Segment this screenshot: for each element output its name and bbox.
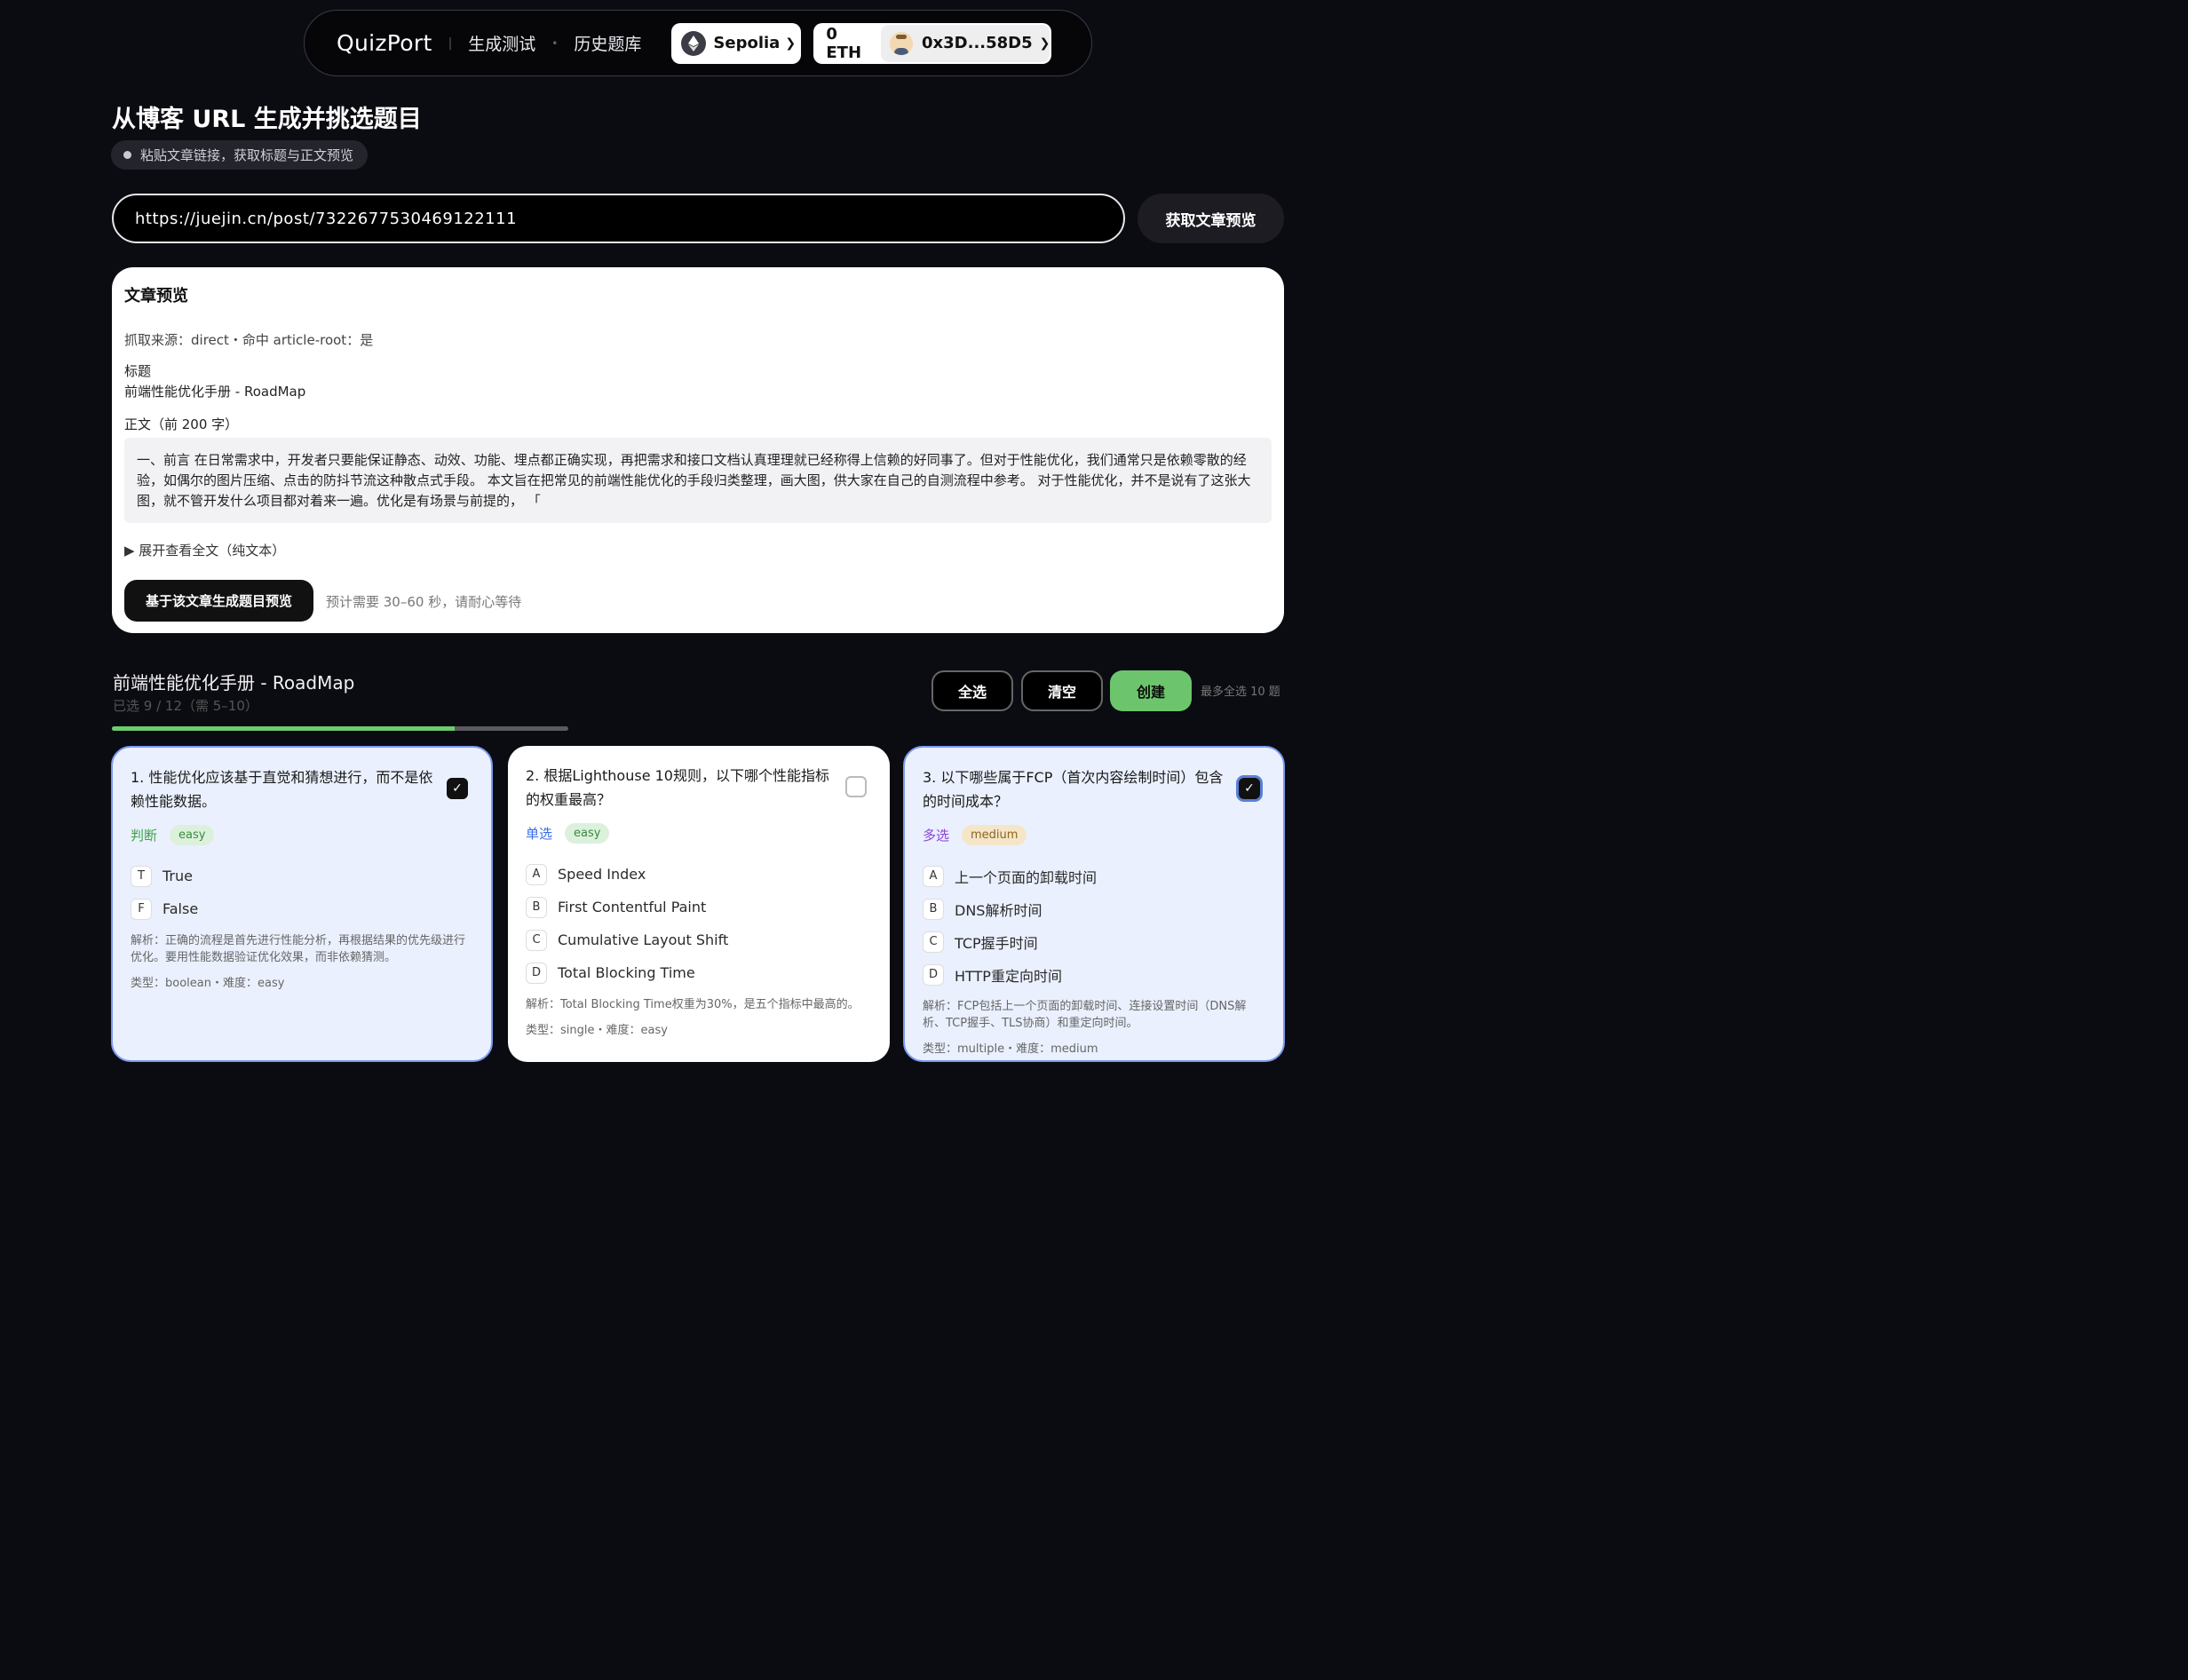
check-icon: ✓	[1244, 781, 1255, 796]
option-item: A 上一个页面的卸载时间	[923, 860, 1265, 892]
option-key: B	[923, 898, 944, 920]
question-meta: 类型：boolean・难度：easy	[131, 977, 285, 990]
selected-count: 已选 9 / 12（需 5–10）	[113, 698, 258, 714]
question-meta: 类型：multiple・难度：medium	[923, 1042, 1098, 1056]
option-item: C Cumulative Layout Shift	[526, 923, 872, 956]
option-item: B First Contentful Paint	[526, 891, 872, 923]
article-preview-card: 文章预览 抓取来源：direct・命中 article-root：是 标题 前端…	[112, 267, 1284, 633]
hint-badge: 粘贴文章链接，获取标题与正文预览	[111, 140, 369, 170]
option-item: T True	[131, 860, 473, 892]
select-checkbox[interactable]: ✓	[1239, 778, 1260, 799]
nav-link-history[interactable]: 历史题库	[574, 31, 641, 55]
option-key: D	[923, 963, 944, 986]
option-text: Cumulative Layout Shift	[558, 931, 729, 948]
network-name: Sepolia	[713, 34, 781, 52]
option-item: D HTTP重定向时间	[923, 958, 1265, 991]
option-item: B DNS解析时间	[923, 892, 1265, 925]
explanation-text: 解析：正确的流程是首先进行性能分析，再根据结果的优先级进行优化。要用性能数据验证…	[131, 934, 466, 964]
progress-fill	[112, 726, 455, 731]
question-text: 2. 根据Lighthouse 10规则，以下哪个性能指标的权重最高？	[526, 767, 829, 808]
option-item: A Speed Index	[526, 858, 872, 891]
question-meta: 类型：single・难度：easy	[526, 1024, 668, 1037]
selection-progress-bar	[112, 726, 568, 731]
generate-hint: 预计需要 30–60 秒，请耐心等待	[326, 594, 522, 610]
question-type-tag: 多选	[923, 828, 950, 844]
difficulty-badge: easy	[170, 825, 215, 845]
question-type-tag: 判断	[131, 828, 158, 844]
clear-button[interactable]: 清空	[1021, 670, 1103, 711]
option-item: C TCP握手时间	[923, 925, 1265, 958]
brand-logo[interactable]: QuizPort	[337, 30, 432, 56]
title-label: 标题	[124, 363, 152, 379]
explanation-text: 解析：Total Blocking Time权重为30%，是五个指标中最高的。	[526, 998, 860, 1011]
article-title: 前端性能优化手册 - RoadMap	[124, 384, 306, 400]
chevron-down-icon: ❯	[1039, 36, 1050, 51]
chevron-down-icon: ❯	[785, 36, 797, 51]
difficulty-badge: medium	[962, 825, 1027, 845]
create-button[interactable]: 创建	[1110, 670, 1192, 711]
hint-text: 粘贴文章链接，获取标题与正文预览	[140, 147, 354, 163]
question-card[interactable]: 3. 以下哪些属于FCP（首次内容绘制时间）包含的时间成本？ ✓ 多选 medi…	[903, 746, 1285, 1062]
explanation-text: 解析：FCP包括上一个页面的卸载时间、连接设置时间（DNS解析、TCP握手、TL…	[923, 1000, 1247, 1030]
body-excerpt: 一、前言 在日常需求中，开发者只要能保证静态、动效、功能、埋点都正确实现，再把需…	[124, 438, 1272, 523]
options-list: T True F False	[131, 860, 473, 925]
select-checkbox[interactable]	[845, 776, 867, 797]
option-key: B	[526, 896, 547, 918]
select-all-button[interactable]: 全选	[931, 670, 1013, 711]
page-title: 从博客 URL 生成并挑选题目	[112, 106, 422, 133]
select-checkbox[interactable]: ✓	[447, 778, 468, 799]
question-card[interactable]: 2. 根据Lighthouse 10规则，以下哪个性能指标的权重最高？ 单选 e…	[508, 746, 890, 1062]
expand-fulltext-toggle[interactable]: ▶ 展开查看全文（纯文本）	[124, 541, 285, 559]
option-text: Total Blocking Time	[558, 964, 695, 981]
body-label: 正文（前 200 字）	[124, 416, 239, 432]
question-set-title: 前端性能优化手册 - RoadMap	[113, 672, 355, 693]
preview-heading: 文章预览	[124, 287, 188, 305]
generate-questions-button[interactable]: 基于该文章生成题目预览	[124, 580, 313, 622]
option-text: DNS解析时间	[955, 901, 1042, 919]
option-key: D	[526, 962, 547, 984]
url-input[interactable]	[112, 194, 1125, 243]
question-text: 1. 性能优化应该基于直觉和猜想进行，而不是依赖性能数据。	[131, 769, 433, 810]
option-key: A	[923, 865, 944, 887]
options-list: A Speed Index B First Contentful Paint C…	[526, 858, 872, 989]
option-text: 上一个页面的卸载时间	[955, 868, 1098, 886]
avatar	[890, 31, 914, 55]
question-type-tag: 单选	[526, 826, 553, 842]
network-selector-button[interactable]: Sepolia ❯	[671, 22, 802, 64]
account-button[interactable]: 0 ETH 0x3D...58D5 ❯	[813, 22, 1052, 64]
option-text: True	[163, 868, 193, 884]
option-item: F False	[131, 892, 473, 925]
max-select-hint: 最多全选 10 题	[1201, 685, 1280, 699]
fetch-source: 抓取来源：direct・命中 article-root：是	[124, 332, 374, 348]
nav-divider: |	[448, 36, 453, 51]
option-key: C	[923, 931, 944, 953]
nav-link-generate[interactable]: 生成测试	[468, 31, 535, 55]
question-text: 3. 以下哪些属于FCP（首次内容绘制时间）包含的时间成本？	[923, 769, 1224, 810]
option-text: False	[163, 900, 199, 917]
status-dot-icon	[123, 151, 131, 159]
option-key: F	[131, 898, 152, 920]
ethereum-icon	[681, 30, 707, 56]
address-pill[interactable]: 0x3D...58D5 ❯	[881, 24, 1050, 62]
wallet-address: 0x3D...58D5	[922, 34, 1033, 52]
option-key: A	[526, 863, 547, 885]
question-card[interactable]: 1. 性能优化应该基于直觉和猜想进行，而不是依赖性能数据。 ✓ 判断 easy …	[111, 746, 493, 1062]
option-item: D Total Blocking Time	[526, 956, 872, 989]
balance-label: 0 ETH	[826, 24, 862, 62]
option-text: TCP握手时间	[955, 934, 1038, 952]
options-list: A 上一个页面的卸载时间 B DNS解析时间 C TCP握手时间 D HTTP重…	[923, 860, 1265, 991]
option-text: First Contentful Paint	[558, 899, 707, 915]
fetch-preview-button[interactable]: 获取文章预览	[1138, 194, 1284, 243]
top-navbar: QuizPort | 生成测试 • 历史题库 Sepolia ❯ 0 ETH 0…	[304, 10, 1092, 76]
option-key: T	[131, 865, 152, 887]
difficulty-badge: easy	[565, 823, 610, 844]
option-text: HTTP重定向时间	[955, 967, 1062, 985]
option-key: C	[526, 929, 547, 951]
check-icon: ✓	[452, 781, 463, 796]
nav-dot-divider: •	[551, 36, 559, 50]
option-text: Speed Index	[558, 866, 646, 883]
